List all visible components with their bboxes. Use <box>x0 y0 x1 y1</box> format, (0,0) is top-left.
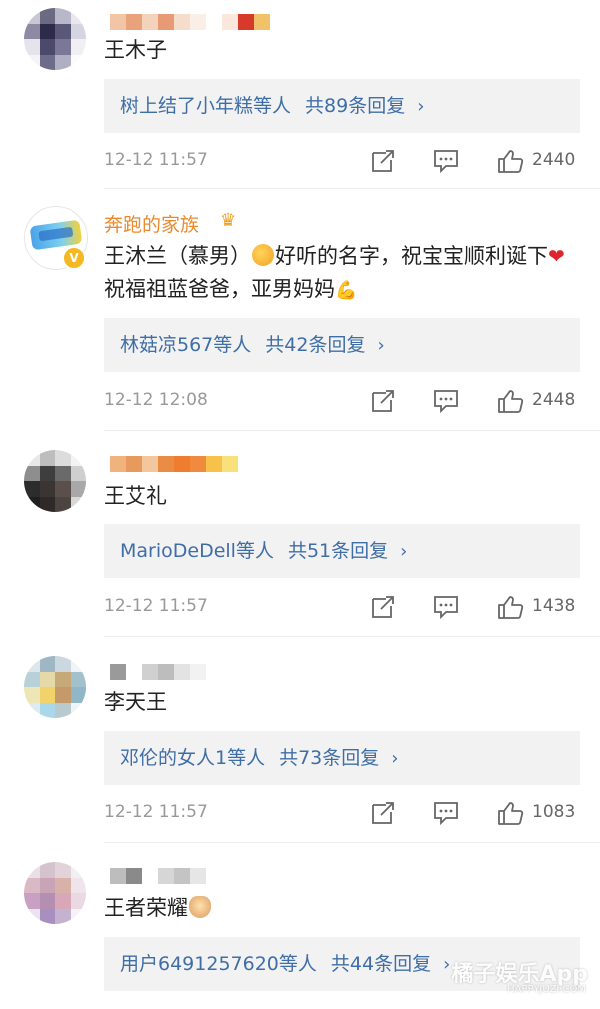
chevron-right-icon: › <box>443 954 451 975</box>
comment-meta: 12-12 11:57 1438 <box>104 594 580 624</box>
thumbs-up-icon[interactable] <box>496 594 524 620</box>
timestamp: 12-12 12:08 <box>104 390 208 410</box>
comment-text-part: 好听的名字，祝宝宝顺利诞下 <box>275 244 548 268</box>
comment-icon[interactable] <box>432 388 460 414</box>
reply-users[interactable]: 用户6491257620等人 <box>120 953 317 975</box>
heart-icon: ❤ <box>548 244 565 268</box>
chevron-right-icon: › <box>400 541 408 562</box>
comment-meta: 12-12 11:57 1083 <box>104 800 580 830</box>
divider <box>104 430 600 431</box>
flexed-biceps-icon: 💪 <box>335 280 358 301</box>
comment-text-part: 王沐兰（慕男） <box>104 244 251 268</box>
chevron-right-icon: › <box>417 96 425 117</box>
avatar[interactable] <box>24 450 86 512</box>
chevron-right-icon: › <box>391 748 399 769</box>
avatar[interactable] <box>24 656 86 718</box>
like-count: 2448 <box>532 390 576 410</box>
thumbs-up-icon[interactable] <box>496 148 524 174</box>
like-count: 2440 <box>532 150 576 170</box>
comment-text-part: 王者荣耀 <box>104 896 188 920</box>
repost-icon[interactable] <box>370 148 396 174</box>
reply-count[interactable]: 共73条回复 <box>279 747 379 769</box>
timestamp: 12-12 11:57 <box>104 596 208 616</box>
reply-users[interactable]: 邓伦的女人1等人 <box>120 747 265 769</box>
repost-icon[interactable] <box>370 388 396 414</box>
reply-users[interactable]: 林菇凉567等人 <box>120 334 251 356</box>
username-redacted[interactable] <box>110 868 206 884</box>
thumbs-up-icon[interactable] <box>496 800 524 826</box>
avatar[interactable] <box>24 8 86 70</box>
reply-users[interactable]: 树上结了小年糕等人 <box>120 95 291 117</box>
reply-summary[interactable]: 邓伦的女人1等人 共73条回复 › <box>104 731 580 785</box>
repost-icon[interactable] <box>370 594 396 620</box>
divider <box>104 636 600 637</box>
reply-count[interactable]: 共42条回复 <box>265 334 365 356</box>
divider <box>104 188 600 189</box>
blush-emoji-icon <box>252 244 274 266</box>
crown-icon: ♛ <box>220 210 237 231</box>
reply-summary[interactable]: 林菇凉567等人 共42条回复 › <box>104 318 580 372</box>
comment-text-part: 祝福祖蓝爸爸，亚男妈妈 <box>104 277 335 301</box>
comment-text: 王木子 <box>104 38 167 62</box>
cat-emoji-icon <box>189 896 211 918</box>
reply-count[interactable]: 共44条回复 <box>331 953 431 975</box>
comment-icon[interactable] <box>432 594 460 620</box>
avatar[interactable] <box>24 862 86 924</box>
divider <box>104 842 600 843</box>
comment-text: 王者荣耀 <box>104 892 584 925</box>
timestamp: 12-12 11:57 <box>104 150 208 170</box>
reply-summary[interactable]: MarioDeDell等人 共51条回复 › <box>104 524 580 578</box>
thumbs-up-icon[interactable] <box>496 388 524 414</box>
like-count: 1083 <box>532 802 576 822</box>
timestamp: 12-12 11:57 <box>104 802 208 822</box>
username-redacted[interactable] <box>110 456 238 472</box>
like-count: 1438 <box>532 596 576 616</box>
comment-text: 李天王 <box>104 690 167 714</box>
comment-meta: 12-12 11:57 2440 <box>104 148 580 178</box>
comment-meta: 12-12 12:08 2448 <box>104 388 580 418</box>
reply-summary[interactable]: 树上结了小年糕等人 共89条回复 › <box>104 79 580 133</box>
username-redacted[interactable] <box>110 664 206 680</box>
watermark-sub: HAPPYJUZI.COM <box>507 984 586 995</box>
comment-icon[interactable] <box>432 148 460 174</box>
reply-count[interactable]: 共89条回复 <box>305 95 405 117</box>
comment-text: 王艾礼 <box>104 484 167 508</box>
comment-text: 王沐兰（慕男） 好听的名字，祝宝宝顺利诞下❤ 祝福祖蓝爸爸，亚男妈妈💪 <box>104 240 584 307</box>
verified-badge-icon: V <box>62 246 86 270</box>
username-redacted[interactable] <box>110 14 270 30</box>
repost-icon[interactable] <box>370 800 396 826</box>
username[interactable]: 奔跑的家族 <box>104 210 199 237</box>
reply-count[interactable]: 共51条回复 <box>288 540 388 562</box>
chevron-right-icon: › <box>377 335 385 356</box>
comment-icon[interactable] <box>432 800 460 826</box>
reply-users[interactable]: MarioDeDell等人 <box>120 540 274 562</box>
